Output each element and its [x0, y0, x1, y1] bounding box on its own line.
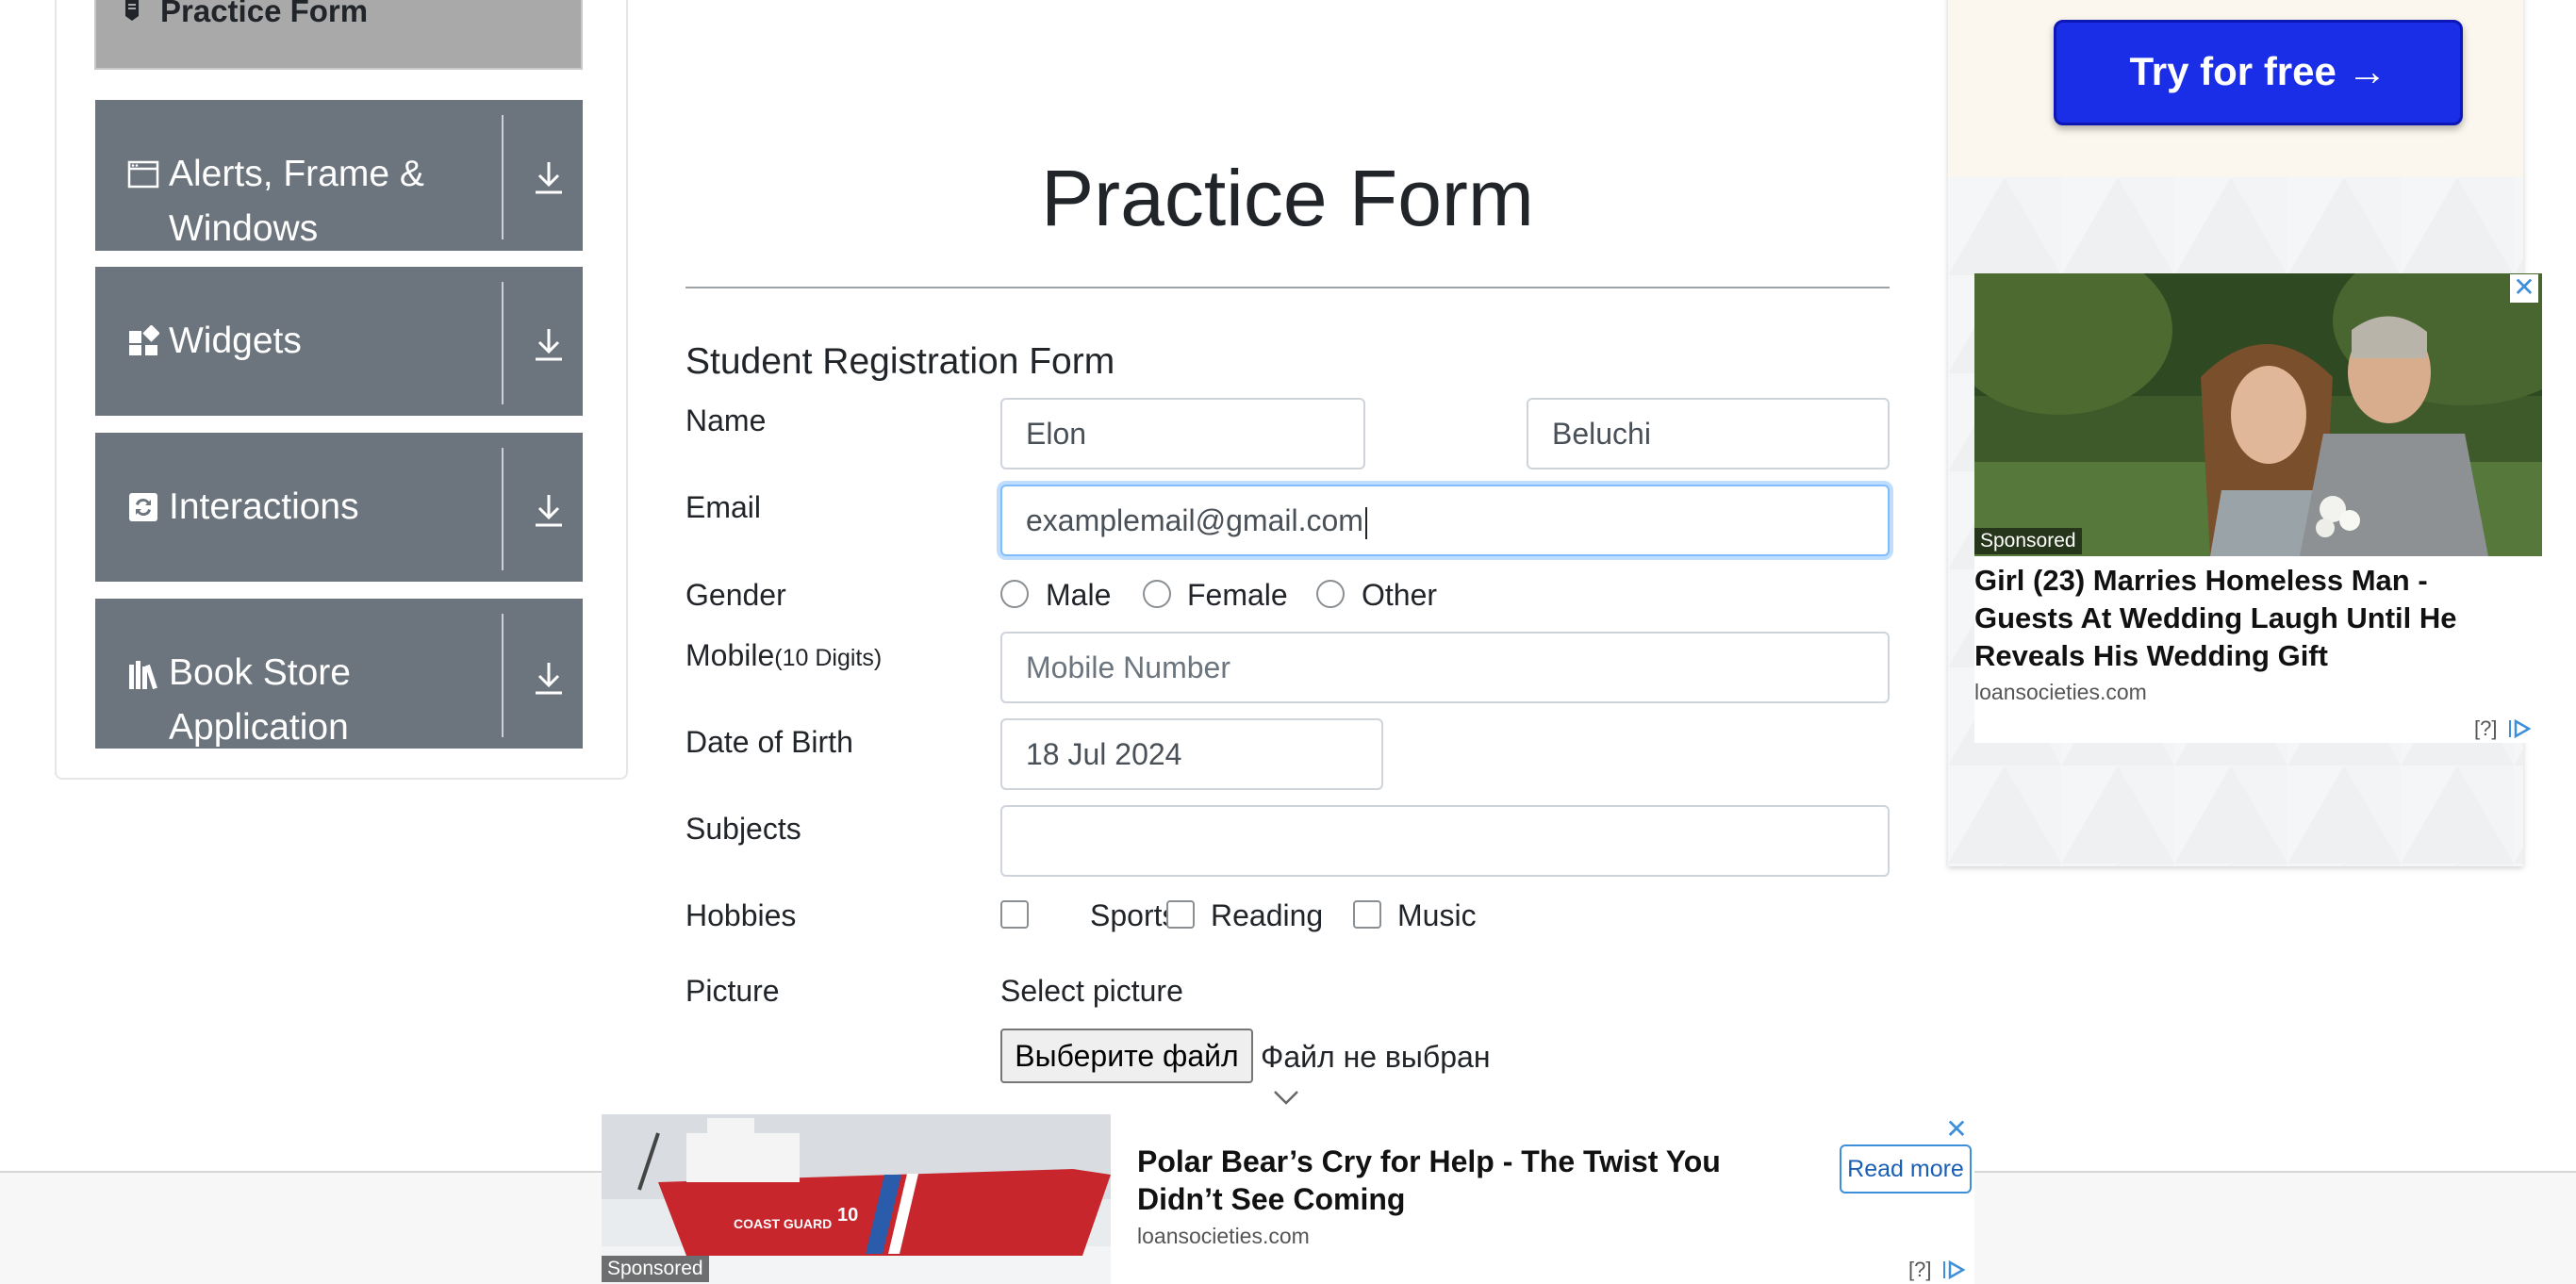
- hobby-music-checkbox[interactable]: [1353, 900, 1381, 929]
- gender-label: Gender: [685, 578, 786, 612]
- hobby-reading-label[interactable]: Reading: [1211, 897, 1323, 934]
- last-name-input[interactable]: Beluchi: [1527, 398, 1890, 469]
- interactions-icon: [129, 493, 157, 521]
- mobile-input[interactable]: Mobile Number: [1000, 632, 1890, 703]
- sidebar-group-alerts-frame-windows[interactable]: Alerts, Frame & Windows: [95, 100, 583, 251]
- sidebar-group-widgets[interactable]: Widgets: [95, 267, 583, 416]
- adchoices-icon[interactable]: [2508, 718, 2533, 739]
- sidebar-group-label: Book Store: [169, 652, 351, 693]
- widgets-icon: [129, 325, 159, 355]
- bottom-sponsored-ad[interactable]: COAST GUARD 10 Sponsored Polar Bear’s Cr…: [602, 1114, 1974, 1284]
- sidebar-group-divider: [502, 614, 504, 737]
- sidebar-group-label: Widgets: [169, 321, 302, 361]
- file-icon: [125, 0, 139, 21]
- sidebar-group-divider: [502, 448, 504, 570]
- download-icon[interactable]: [532, 158, 566, 196]
- sidebar-group-label-line2: Application: [169, 707, 349, 748]
- ad-choice-help[interactable]: [?]: [1908, 1258, 1931, 1282]
- download-icon[interactable]: [532, 659, 566, 697]
- sidebar-group-interactions[interactable]: Interactions: [95, 433, 583, 582]
- hobby-sports-checkbox[interactable]: [1000, 900, 1029, 929]
- email-input-value: examplemail@gmail.com: [1026, 503, 1363, 537]
- gender-male-radio[interactable]: [1000, 580, 1029, 608]
- window-icon: [127, 160, 159, 189]
- chevron-down-icon[interactable]: [1273, 1088, 1299, 1107]
- picture-label: Picture: [685, 974, 780, 1008]
- sidebar-item-label: Practice Form: [160, 0, 369, 28]
- ad-headline[interactable]: Polar Bear’s Cry for Help - The Twist Yo…: [1137, 1143, 1778, 1218]
- page-title: Practice Form: [1041, 154, 1534, 242]
- ad-photo-wedding-couple[interactable]: [1974, 273, 2542, 556]
- try-for-free-button[interactable]: Try for free →: [2054, 20, 2463, 125]
- gender-female-label[interactable]: Female: [1187, 576, 1288, 614]
- subjects-label: Subjects: [685, 812, 801, 846]
- sidebar-group-label: Interactions: [169, 486, 359, 527]
- close-icon[interactable]: ✕: [2510, 274, 2538, 303]
- ad-source[interactable]: loansocieties.com: [1974, 680, 2147, 705]
- subjects-input[interactable]: [1000, 805, 1890, 877]
- sidebar-group-label: Alerts, Frame &: [169, 154, 424, 194]
- close-icon[interactable]: ✕: [1942, 1116, 1971, 1144]
- gender-other-label[interactable]: Other: [1362, 576, 1437, 614]
- text-caret: [1364, 506, 1367, 539]
- ship-hull-number: 10: [837, 1205, 859, 1226]
- sponsored-tag: Sponsored: [602, 1256, 709, 1282]
- gender-male-label[interactable]: Male: [1046, 576, 1111, 614]
- sponsored-tag: Sponsored: [1974, 528, 2082, 554]
- sidebar-group-divider: [502, 115, 504, 239]
- hobbies-label: Hobbies: [685, 898, 797, 932]
- form-subtitle: Student Registration Form: [685, 341, 1115, 382]
- sidebar-group-book-store[interactable]: Book Store Application: [95, 599, 583, 749]
- sidebar-item-practice-form[interactable]: Practice Form: [94, 0, 583, 70]
- email-label: Email: [685, 490, 762, 524]
- download-icon[interactable]: [532, 325, 566, 363]
- mobile-hint: (10 Digits): [774, 645, 883, 671]
- hobby-sports-label[interactable]: Sports: [1090, 897, 1177, 934]
- sidebar-group-label-line2: Windows: [169, 208, 319, 249]
- name-label: Name: [685, 403, 767, 437]
- right-sponsored-ad[interactable]: Sponsored Girl (23) Marries Homeless Man…: [1974, 273, 2542, 743]
- sidebar-group-divider: [502, 282, 504, 404]
- ship-hull-text: COAST GUARD: [734, 1216, 833, 1231]
- choose-file-button[interactable]: Выберите файл: [1000, 1029, 1253, 1083]
- gender-female-radio[interactable]: [1143, 580, 1171, 608]
- title-divider: [685, 287, 1890, 288]
- hobby-music-label[interactable]: Music: [1397, 897, 1477, 934]
- adchoices-icon[interactable]: [1942, 1259, 1967, 1280]
- dob-label: Date of Birth: [685, 725, 853, 759]
- ad-source[interactable]: loansocieties.com: [1137, 1224, 1310, 1249]
- mobile-label: Mobile(10 Digits): [685, 636, 882, 677]
- ad-headline[interactable]: Girl (23) Marries Homeless Man - Guests …: [1974, 562, 2531, 675]
- first-name-input[interactable]: Elon: [1000, 398, 1365, 469]
- gender-other-radio[interactable]: [1316, 580, 1345, 608]
- select-picture-label: Select picture: [1000, 974, 1183, 1008]
- ad-choice-help[interactable]: [?]: [2474, 716, 2497, 741]
- books-icon: [129, 661, 157, 690]
- dob-input[interactable]: 18 Jul 2024: [1000, 718, 1383, 790]
- hobby-reading-checkbox[interactable]: [1166, 900, 1195, 929]
- read-more-button[interactable]: Read more: [1840, 1144, 1972, 1193]
- email-input[interactable]: examplemail@gmail.com: [1000, 485, 1890, 556]
- download-icon[interactable]: [532, 491, 566, 529]
- mobile-label-text: Mobile: [685, 638, 775, 672]
- file-status-text: Файл не выбран: [1261, 1040, 1491, 1074]
